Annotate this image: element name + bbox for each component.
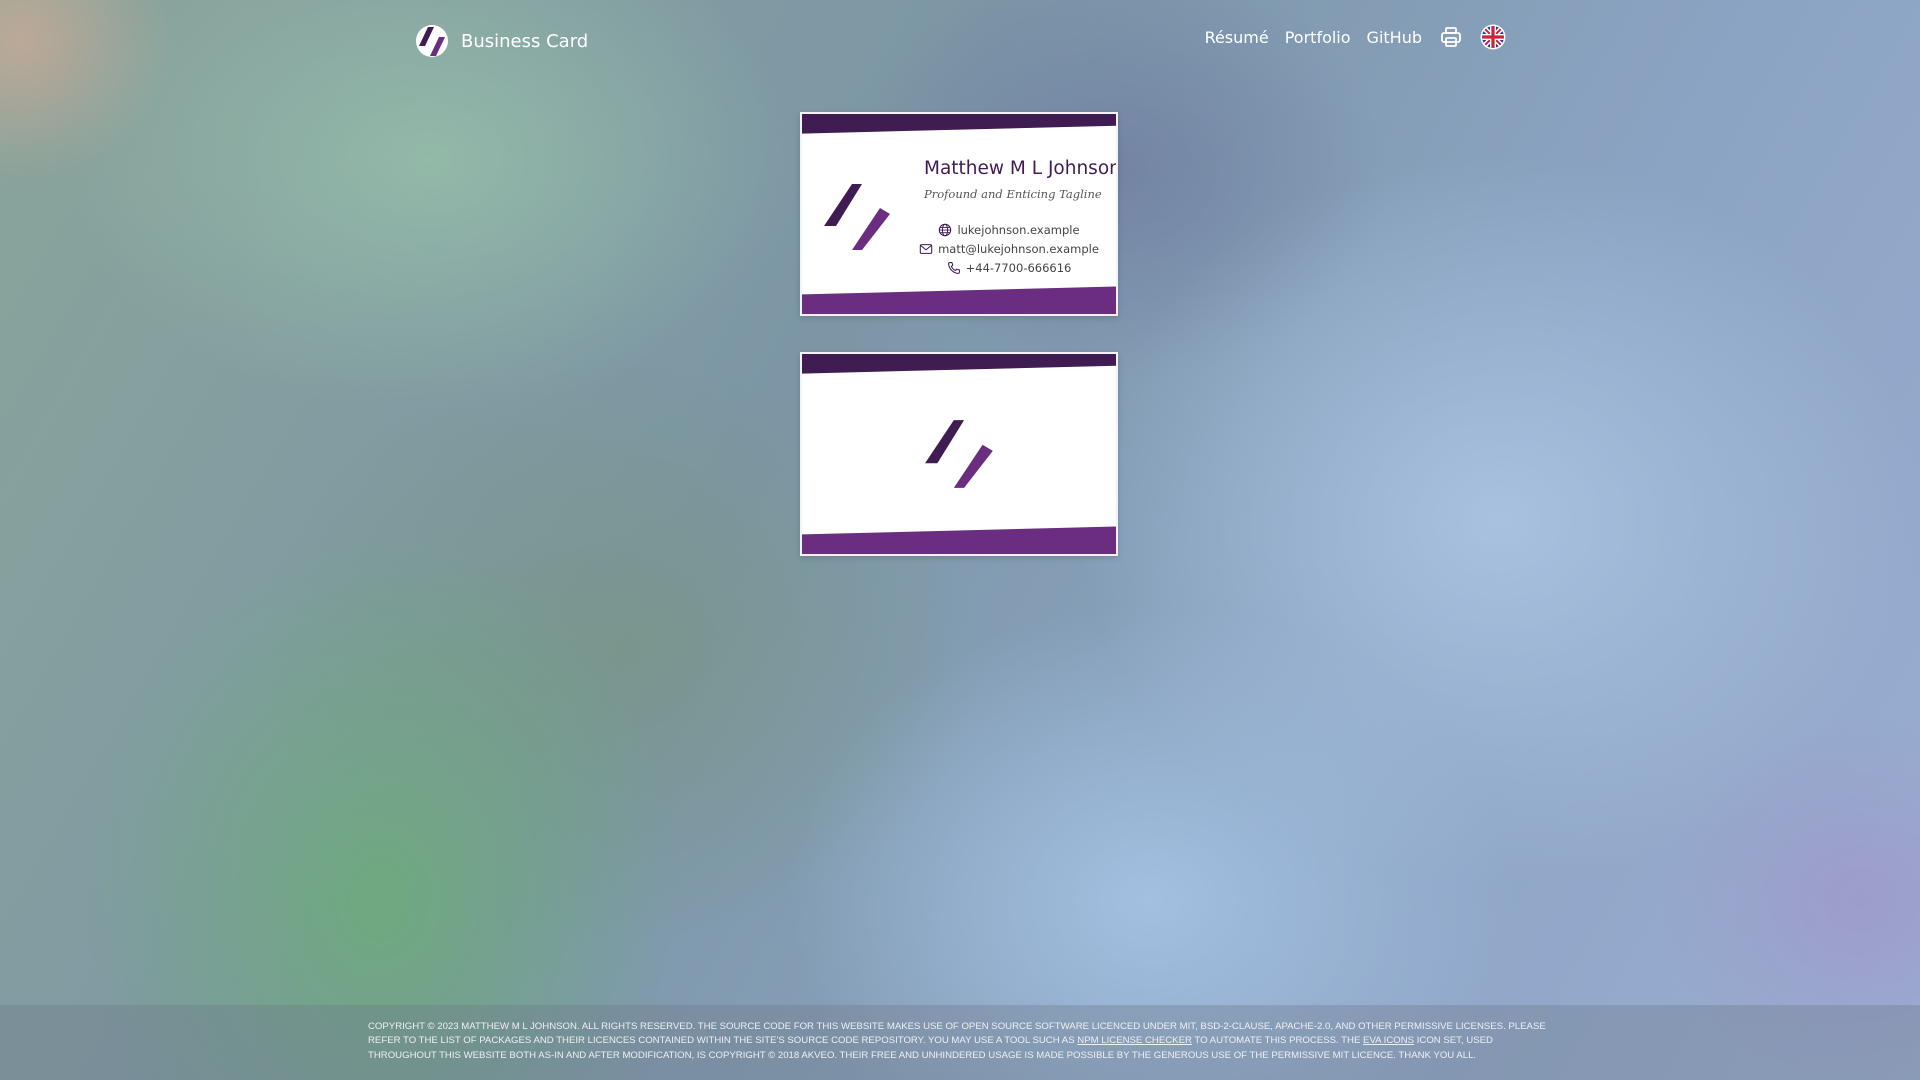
printer-icon: [1441, 27, 1461, 47]
card-name: Matthew M L Johnson: [924, 158, 1118, 179]
contact-phone: +44-7700-666616: [947, 261, 1072, 275]
email-text: matt@lukejohnson.example: [938, 242, 1099, 256]
website-text: lukejohnson.example: [957, 223, 1080, 237]
site-footer: Copyright © 2023 Matthew M L Johnson. Al…: [0, 1005, 1920, 1080]
npm-license-checker-link[interactable]: npm license checker: [1077, 1035, 1192, 1046]
globe-icon: [939, 223, 952, 237]
nav-portfolio-link[interactable]: Portfolio: [1285, 28, 1351, 47]
card-tagline: Profound and Enticing Tagline: [924, 187, 1102, 201]
envelope-icon: [919, 244, 933, 254]
copyright-text-2: to automate this process. The: [1191, 1035, 1364, 1047]
uk-flag-icon: [1480, 24, 1506, 50]
phone-text: +44-7700-666616: [965, 261, 1072, 275]
nav-resume-link[interactable]: Résumé: [1205, 28, 1269, 47]
nav-github-link[interactable]: GitHub: [1367, 28, 1422, 47]
language-button[interactable]: [1480, 24, 1506, 50]
copyright-notice: Copyright © 2023 Matthew M L Johnson. Al…: [368, 1020, 1552, 1063]
card-logo-icon: [925, 420, 993, 488]
main-nav: Résumé Portfolio GitHub: [1205, 24, 1506, 50]
brand-title: Business Card: [461, 30, 589, 52]
contact-website: lukejohnson.example: [938, 223, 1080, 237]
card-info: Matthew M L Johnson Profound and Enticin…: [884, 158, 1118, 275]
business-card-back: [800, 352, 1118, 556]
phone-icon: [947, 262, 960, 274]
contact-email: matt@lukejohnson.example: [919, 242, 1099, 256]
top-nav-bar: Business Card Résumé Portfolio GitHub: [0, 0, 1920, 80]
card-logo-icon: [416, 25, 448, 57]
brand-home-link[interactable]: Business Card: [415, 24, 588, 58]
eva-icons-link[interactable]: Eva Icons: [1363, 1035, 1414, 1046]
card-contacts: lukejohnson.example matt@lukejohnson.exa…: [919, 223, 1099, 275]
business-card-front: Matthew M L Johnson Profound and Enticin…: [800, 112, 1118, 316]
print-button[interactable]: [1438, 24, 1464, 50]
